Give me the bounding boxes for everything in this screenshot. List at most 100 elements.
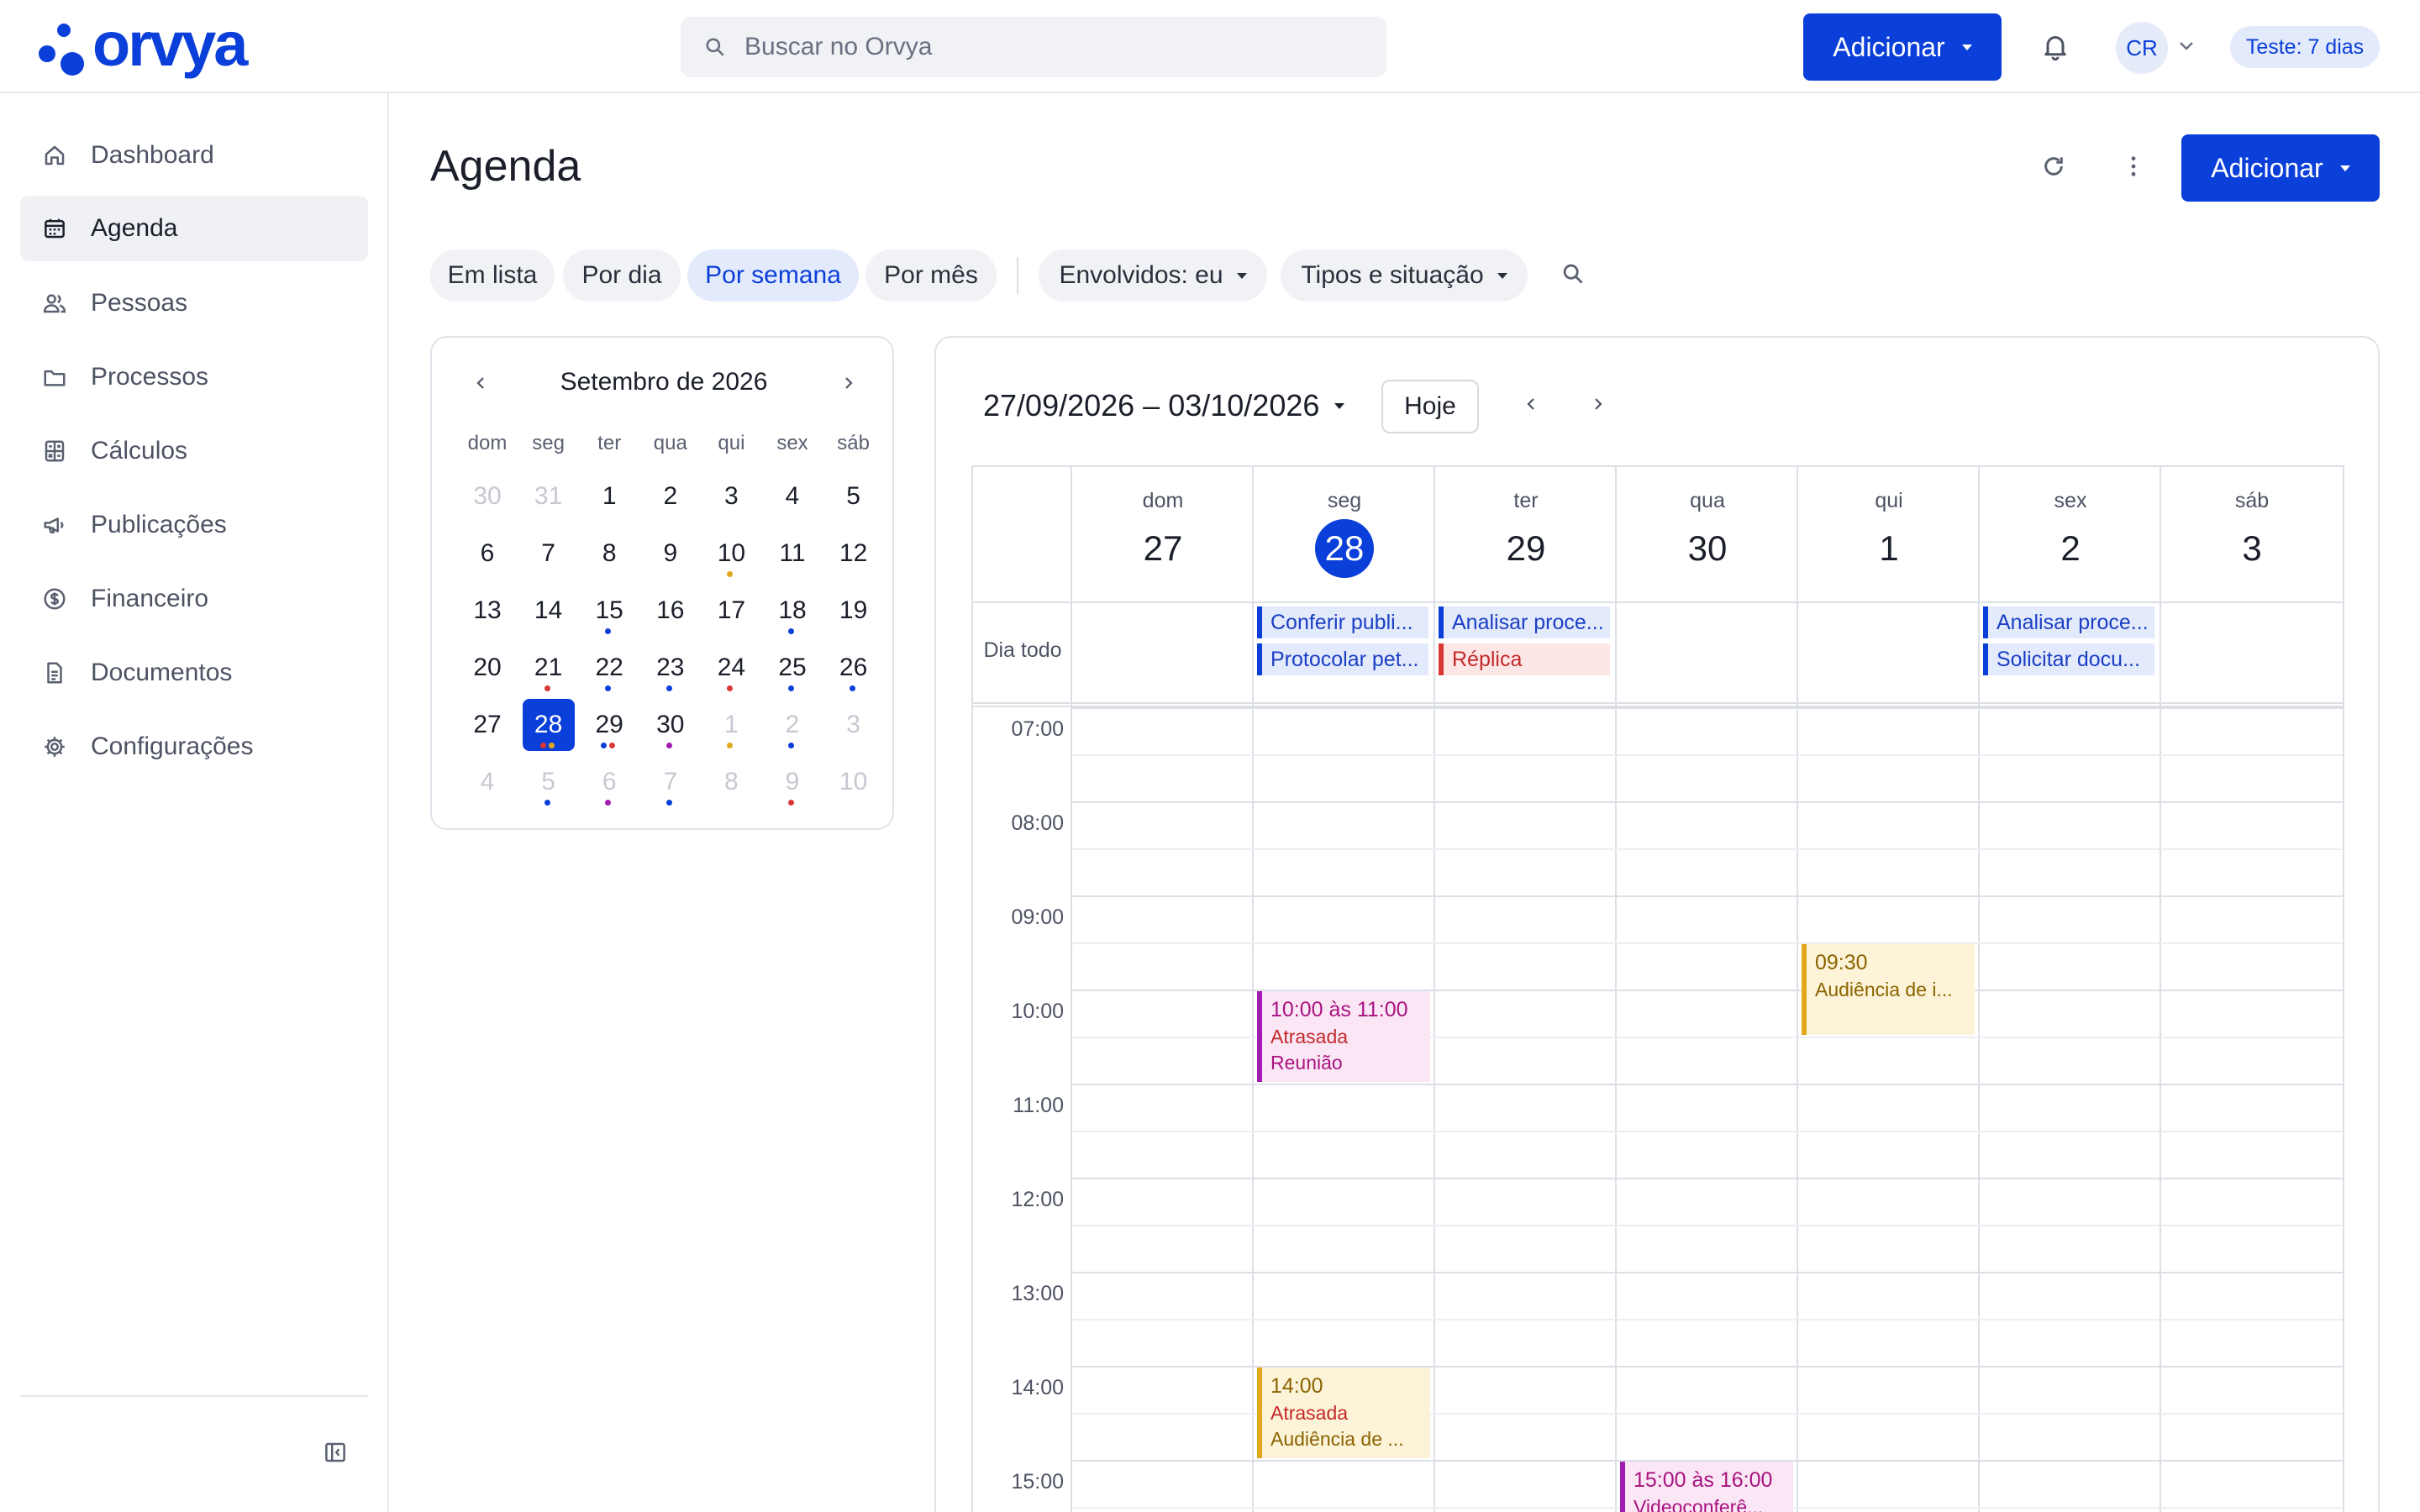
gear-icon xyxy=(45,737,65,757)
mini-day[interactable]: 19 xyxy=(828,585,880,637)
timed-event[interactable]: 15:00 às 16:00 Videoconferê... xyxy=(1620,1462,1793,1512)
mini-day[interactable]: 16 xyxy=(644,585,697,637)
mini-weekday-2: ter xyxy=(597,432,622,454)
all-day-event[interactable]: Protocolar pet... xyxy=(1257,643,1428,675)
today-button[interactable]: Hoje xyxy=(1381,380,1479,433)
search-input[interactable] xyxy=(744,33,1333,61)
mini-day[interactable]: 12 xyxy=(828,528,880,580)
hour-line xyxy=(1072,1084,2343,1085)
mini-weekday-0: dom xyxy=(467,432,508,454)
time-label: 13:00 xyxy=(1011,1282,1064,1305)
event-title: Audiência de i... xyxy=(1815,979,1953,1000)
day-header-dom[interactable]: dom 27 xyxy=(1072,467,1254,601)
event-time: 09:30 xyxy=(1815,951,1868,974)
sidebar-item-financeiro[interactable]: Financeiro xyxy=(20,566,368,632)
day-header-qua[interactable]: qua 30 xyxy=(1617,467,1798,601)
sidebar-item-pessoas[interactable]: Pessoas xyxy=(20,270,368,336)
all-day-event[interactable]: Analisar proce... xyxy=(1983,606,2154,638)
mini-day[interactable]: 9 xyxy=(644,528,697,580)
mini-day[interactable]: 14 xyxy=(523,585,575,637)
page-add-button[interactable]: Adicionar xyxy=(2181,134,2380,202)
all-day-event[interactable]: Solicitar docu... xyxy=(1983,643,2154,675)
global-search[interactable] xyxy=(681,17,1386,77)
day-header-ter[interactable]: ter 29 xyxy=(1435,467,1617,601)
user-menu-toggle[interactable] xyxy=(2178,40,2195,52)
sidebar-item-publicacoes[interactable]: Publicações xyxy=(20,492,368,558)
prev-week-button[interactable] xyxy=(1524,395,1538,413)
mini-day[interactable]: 5 xyxy=(828,470,880,522)
collapse-sidebar-button[interactable] xyxy=(323,1440,348,1465)
mini-day[interactable]: 8 xyxy=(705,756,757,808)
notifications-button[interactable] xyxy=(2040,30,2070,62)
mini-day[interactable]: 3 xyxy=(828,699,880,751)
timed-event[interactable]: 10:00 às 11:00 Atrasada Reunião xyxy=(1257,991,1430,1082)
all-day-event[interactable]: Conferir publi... xyxy=(1257,606,1428,638)
agenda-search-button[interactable] xyxy=(1561,262,1585,286)
mini-prev-month-button[interactable] xyxy=(474,375,487,391)
user-avatar[interactable]: CR xyxy=(2116,22,2168,74)
view-chip-month[interactable]: Por mês xyxy=(865,249,997,302)
mini-day[interactable]: 7 xyxy=(523,528,575,580)
event-dot xyxy=(544,800,550,806)
mini-day[interactable]: 13 xyxy=(461,585,513,637)
sidebar-item-processos[interactable]: Processos xyxy=(20,344,368,410)
timed-event[interactable]: 09:30 Audiência de i... xyxy=(1802,944,1975,1035)
mini-day[interactable]: 8 xyxy=(583,528,635,580)
event-time: 10:00 às 11:00 xyxy=(1270,998,1408,1021)
day-header-weekday: qua xyxy=(1690,489,1725,512)
mini-day[interactable]: 10 xyxy=(828,756,880,808)
day-header-number: 30 xyxy=(1687,528,1728,568)
mini-day[interactable]: 1 xyxy=(583,470,635,522)
trial-badge[interactable]: Teste: 7 dias xyxy=(2230,26,2380,68)
sidebar-item-documentos[interactable]: Documentos xyxy=(20,640,368,706)
refresh-button[interactable] xyxy=(2040,153,2067,180)
mini-day[interactable]: 17 xyxy=(705,585,757,637)
calendar-icon xyxy=(45,218,65,239)
day-header-weekday: sáb xyxy=(2234,489,2270,512)
header-divider xyxy=(973,601,2343,603)
mini-day[interactable]: 20 xyxy=(461,642,513,694)
sidebar-item-calculos[interactable]: Cálculos xyxy=(20,418,368,484)
sidebar-item-dashboard[interactable]: Dashboard xyxy=(20,123,368,188)
day-header-qui[interactable]: qui 1 xyxy=(1798,467,1980,601)
view-chip-week[interactable]: Por semana xyxy=(687,249,859,302)
week-range-label: 27/09/2026 – 03/10/2026 xyxy=(983,388,1320,423)
day-header-seg[interactable]: seg 28 xyxy=(1254,467,1435,601)
mini-day[interactable]: 31 xyxy=(523,470,575,522)
mini-day[interactable]: 4 xyxy=(766,470,818,522)
next-week-button[interactable] xyxy=(1591,395,1605,413)
week-range-selector[interactable]: 27/09/2026 – 03/10/2026 xyxy=(983,388,1345,423)
orvya-logo[interactable]: orvya xyxy=(39,9,248,80)
mini-day[interactable]: 27 xyxy=(461,699,513,751)
filter-types-status[interactable]: Tipos e situação xyxy=(1281,249,1528,302)
caret-down-icon xyxy=(1236,272,1247,279)
mini-day[interactable]: 4 xyxy=(461,756,513,808)
mini-weekday-4: qui xyxy=(718,432,745,454)
sidebar-item-agenda[interactable]: Agenda xyxy=(20,196,368,261)
event-status: Atrasada xyxy=(1270,1026,1349,1047)
all-day-event[interactable]: Analisar proce... xyxy=(1439,606,1610,638)
mini-calendar: Setembro de 2026 dom seg ter qua qui sex sáb 3… xyxy=(430,336,894,830)
header-add-button[interactable]: Adicionar xyxy=(1803,13,2002,81)
filter-involved[interactable]: Envolvidos: eu xyxy=(1039,249,1267,302)
view-chip-day[interactable]: Por dia xyxy=(563,249,681,302)
day-header-sáb[interactable]: sáb 3 xyxy=(2161,467,2343,601)
time-label: 11:00 xyxy=(1013,1094,1064,1117)
more-options-button[interactable] xyxy=(2123,153,2144,180)
mini-next-month-button[interactable] xyxy=(842,375,855,391)
view-chip-list[interactable]: Em lista xyxy=(430,249,555,302)
avatar-initials: CR xyxy=(2126,34,2158,60)
mini-weekday-5: sex xyxy=(776,432,808,454)
mini-day[interactable]: 2 xyxy=(644,470,697,522)
mini-day[interactable]: 6 xyxy=(461,528,513,580)
sidebar-item-configuracoes[interactable]: Configurações xyxy=(20,714,368,780)
mini-day[interactable]: 11 xyxy=(766,528,818,580)
all-day-event[interactable]: Réplica xyxy=(1439,643,1610,675)
chip-divider xyxy=(1017,257,1018,294)
day-header-sex[interactable]: sex 2 xyxy=(1980,467,2161,601)
mini-day[interactable]: 3 xyxy=(705,470,757,522)
timed-event[interactable]: 14:00 Atrasada Audiência de ... xyxy=(1257,1368,1430,1458)
day-header-number: 29 xyxy=(1506,528,1546,568)
mini-day[interactable]: 30 xyxy=(461,470,513,522)
sidebar-item-label: Processos xyxy=(91,363,209,391)
